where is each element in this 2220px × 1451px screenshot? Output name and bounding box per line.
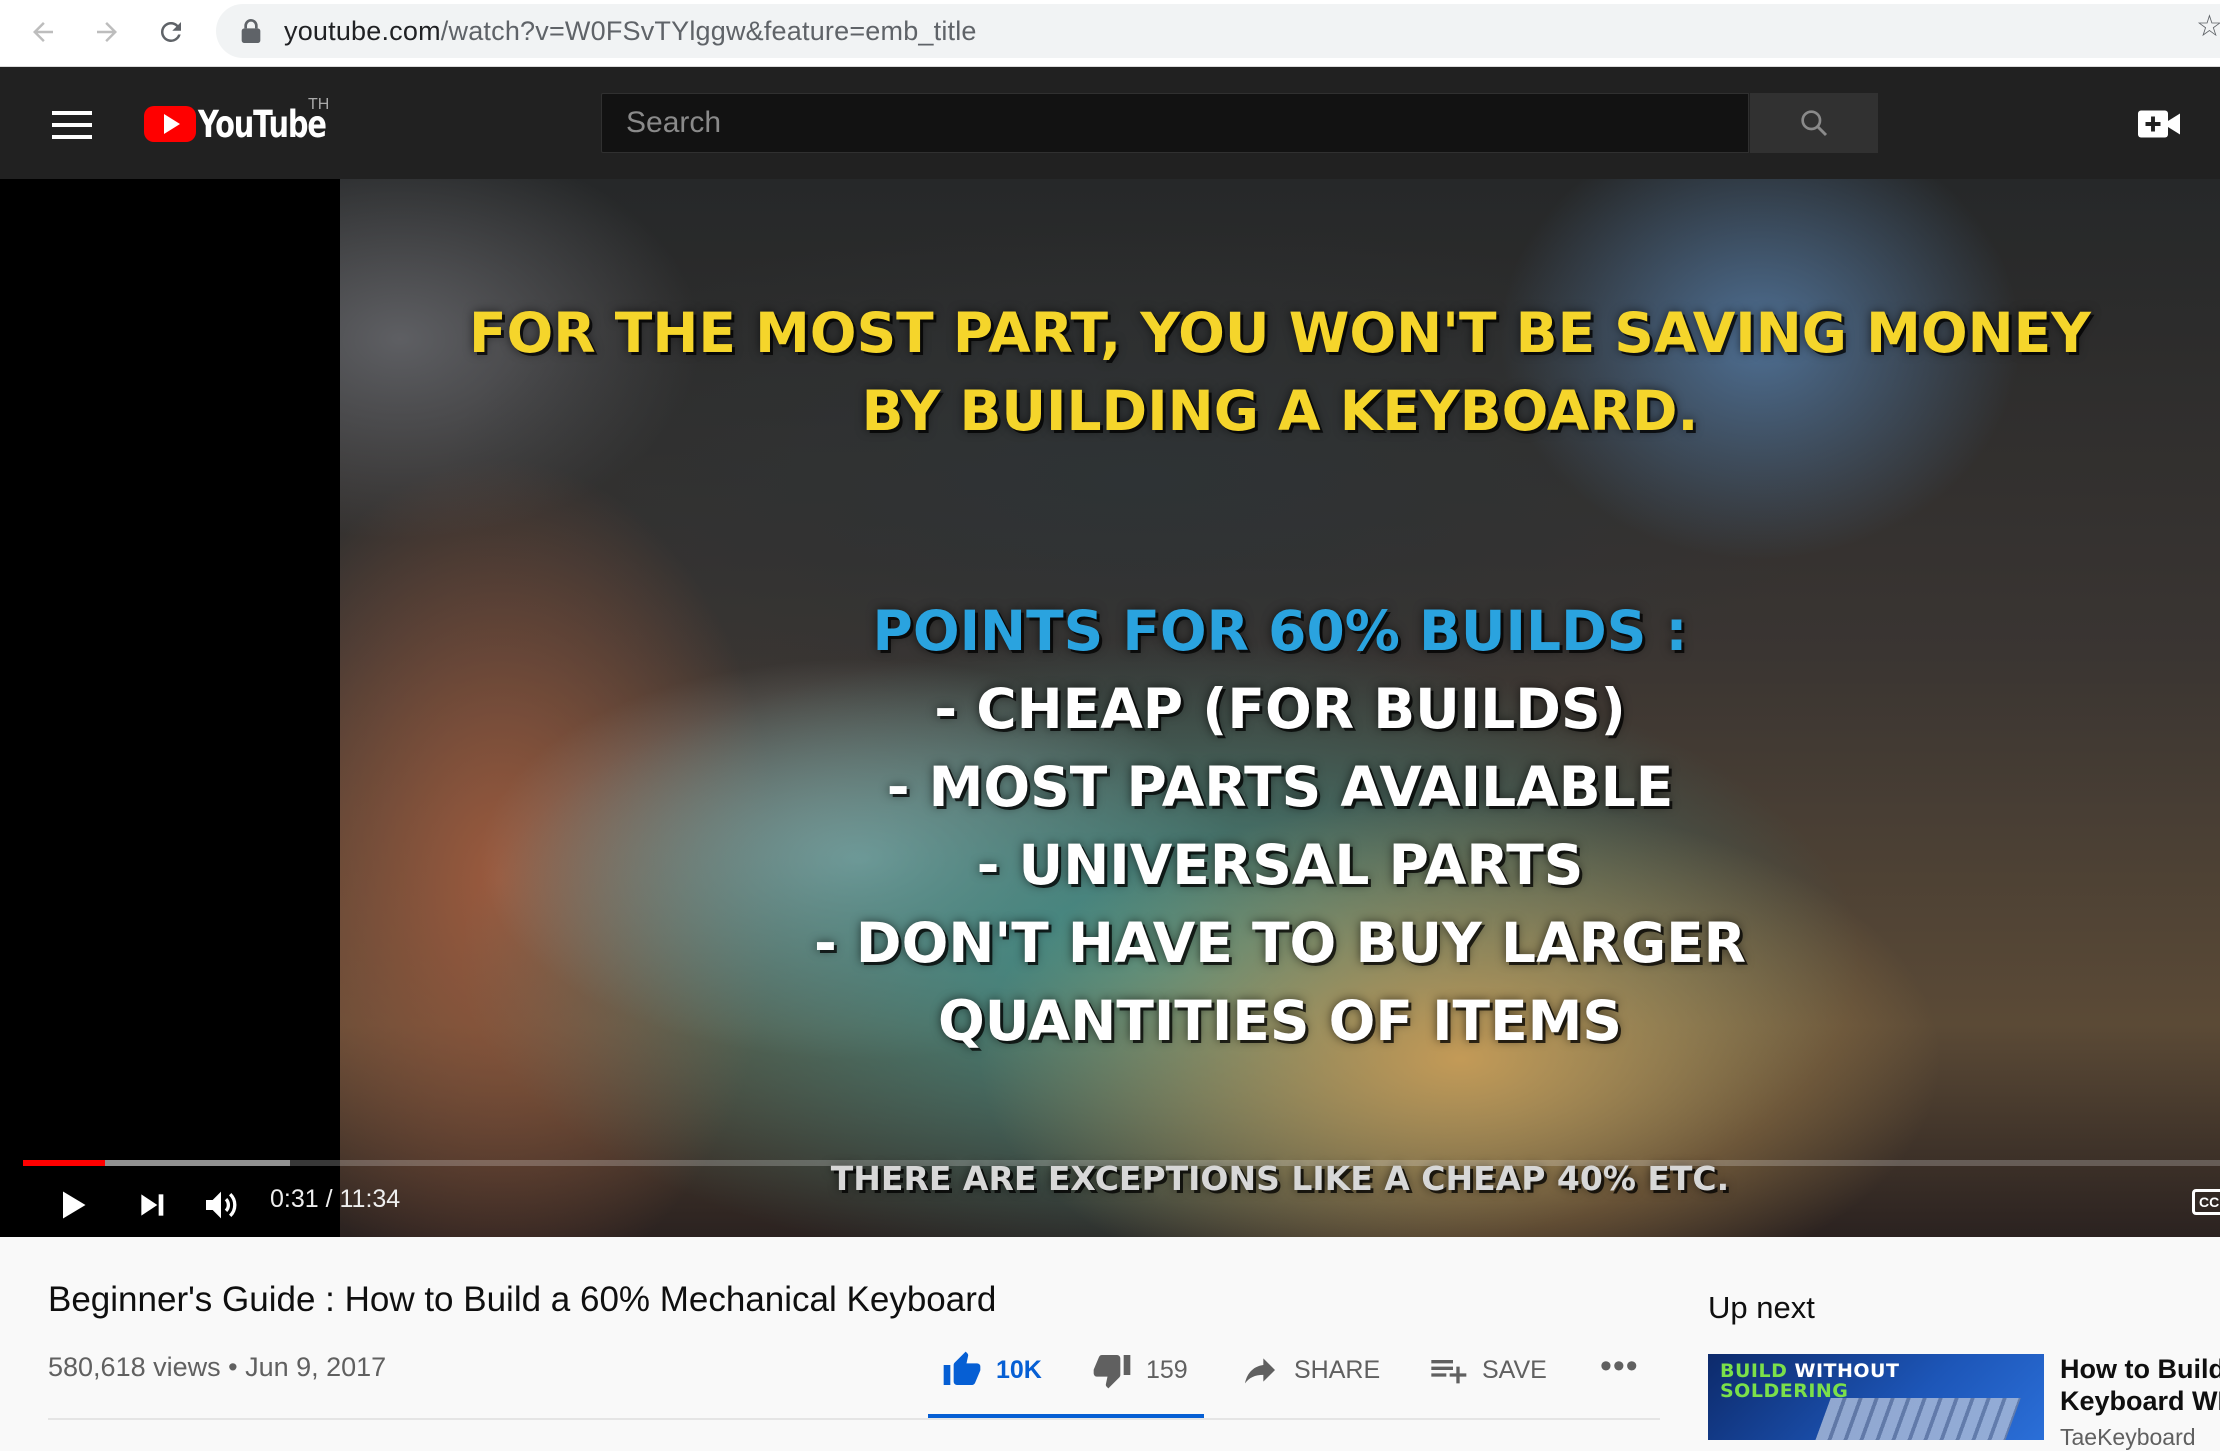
address-bar[interactable]: youtube.com/watch?v=W0FSvTYlggw&feature=… [216, 4, 2220, 58]
reload-button[interactable] [148, 9, 194, 55]
up-next-title[interactable]: How to Build Keyboard WI [2060, 1353, 2220, 1417]
share-label: SHARE [1294, 1355, 1381, 1384]
skip-next-icon [141, 1194, 164, 1216]
next-button[interactable] [130, 1183, 174, 1227]
create-video-icon[interactable] [2138, 109, 2180, 139]
thumbnail-text-build: BUILD [1720, 1360, 1788, 1382]
lock-icon [241, 19, 261, 43]
up-next-channel[interactable]: TaeKeyboard [2060, 1424, 2196, 1451]
back-button[interactable] [20, 9, 66, 55]
search-box [601, 93, 1749, 153]
video-player[interactable]: FOR THE MOST PART, YOU WON'T BE SAVING M… [0, 179, 2220, 1237]
like-count: 10K [996, 1355, 1042, 1384]
search-input[interactable] [602, 94, 1748, 152]
thumbnail-text-line-2: SOLDERING [1720, 1380, 1849, 1402]
thumbs-up-icon [943, 1351, 981, 1385]
youtube-play-icon [144, 106, 196, 142]
point-item: - UNIVERSAL PARTS [976, 833, 1584, 897]
video-frame[interactable]: FOR THE MOST PART, YOU WON'T BE SAVING M… [340, 179, 2220, 1237]
search-icon [1801, 110, 1828, 137]
youtube-logo[interactable]: YouTube TH [144, 96, 362, 146]
point-item: QUANTITIES OF ITEMS [938, 989, 1622, 1053]
share-icon [1245, 1358, 1275, 1384]
thumbs-down-icon [1093, 1355, 1131, 1389]
dislike-button[interactable]: 159 [1092, 1348, 1188, 1392]
point-item: - MOST PARTS AVAILABLE [886, 755, 1674, 819]
play-icon [63, 1191, 86, 1219]
forward-button[interactable] [84, 9, 130, 55]
video-title: Beginner's Guide : How to Build a 60% Me… [48, 1280, 997, 1319]
thumbnail-text-line-1: BUILD WITHOUT [1720, 1360, 1899, 1382]
url-path: /watch?v=W0FSvTYlggw&feature=emb_title [440, 16, 977, 46]
logo-wordmark: YouTube [198, 102, 327, 146]
browser-toolbar: youtube.com/watch?v=W0FSvTYlggw&feature=… [0, 0, 2220, 67]
keyboard-image [1805, 1398, 2021, 1440]
thumbnail-text-without: WITHOUT [1794, 1360, 1900, 1382]
arrow-right-icon [97, 22, 117, 42]
caption-line-1: FOR THE MOST PART, YOU WON'T BE SAVING M… [468, 301, 2092, 365]
url-host: youtube.com [284, 16, 441, 46]
divider [48, 1418, 1660, 1420]
arrow-left-icon [33, 22, 53, 42]
more-actions-icon[interactable]: ••• [1600, 1349, 1639, 1383]
volume-icon [206, 1191, 237, 1219]
progress-played [23, 1160, 106, 1166]
time-display: 0:31 / 11:34 [270, 1185, 401, 1213]
caption-line-2: BY BUILDING A KEYBOARD. [861, 379, 1699, 443]
region-code: TH [308, 96, 330, 113]
points-heading: POINTS FOR 60% BUILDS : [872, 599, 1688, 663]
search-button[interactable] [1750, 93, 1878, 153]
bookmark-star-icon[interactable]: ☆ [2196, 12, 2220, 42]
reload-icon [160, 21, 181, 42]
progress-bar[interactable] [23, 1160, 2220, 1166]
save-label: SAVE [1482, 1355, 1547, 1384]
mute-button[interactable] [198, 1183, 244, 1227]
play-button[interactable] [50, 1183, 94, 1227]
point-item: - CHEAP (FOR BUILDS) [934, 677, 1626, 741]
url-text: youtube.com/watch?v=W0FSvTYlggw&feature=… [284, 16, 977, 47]
point-item: - DON'T HAVE TO BUY LARGER [813, 911, 1747, 975]
menu-icon[interactable] [52, 111, 92, 139]
share-button[interactable]: SHARE [1240, 1348, 1380, 1392]
playlist-add-icon [1431, 1360, 1467, 1384]
up-next-heading: Up next [1708, 1290, 1815, 1325]
captions-icon[interactable]: CC [2192, 1189, 2220, 1215]
dislike-count: 159 [1146, 1355, 1188, 1384]
like-ratio-bar [928, 1414, 1204, 1418]
up-next-thumbnail[interactable]: BUILD WITHOUT SOLDERING [1708, 1354, 2044, 1440]
like-button[interactable]: 10K [942, 1348, 1042, 1392]
save-button[interactable]: SAVE [1428, 1348, 1547, 1392]
youtube-masthead: YouTube TH [0, 67, 2220, 179]
view-count-date: 580,618 views • Jun 9, 2017 [48, 1352, 387, 1382]
